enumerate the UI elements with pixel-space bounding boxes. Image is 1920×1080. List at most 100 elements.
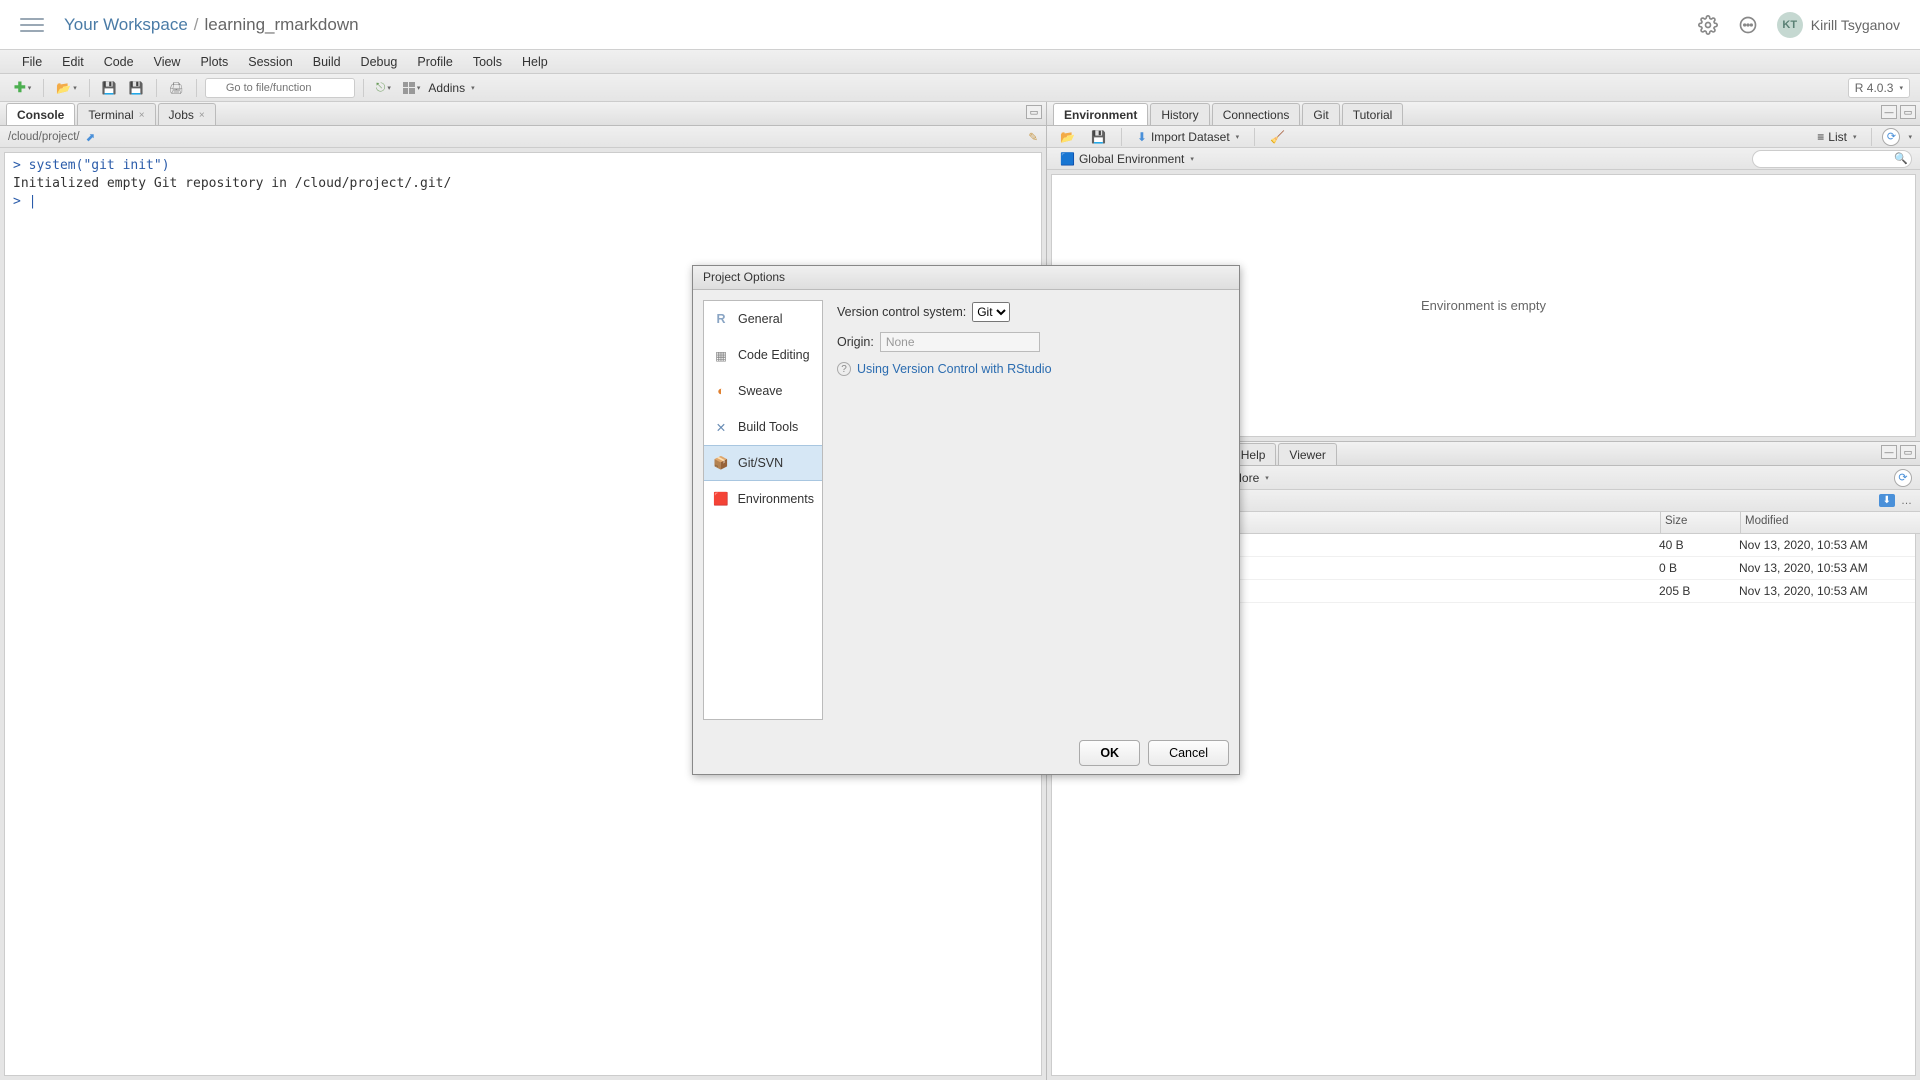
close-icon[interactable]: × (199, 110, 205, 121)
menu-edit[interactable]: Edit (52, 52, 94, 72)
vcs-help-link[interactable]: ? Using Version Control with RStudio (837, 362, 1225, 376)
close-icon[interactable]: × (139, 110, 145, 121)
broom-icon: 🧹 (1270, 130, 1285, 144)
dialog-nav-environments[interactable]: 🟥Environments (704, 481, 822, 517)
pane-maximize-icon[interactable]: ▭ (1026, 105, 1042, 119)
menu-help[interactable]: Help (512, 52, 558, 72)
tab-tutorial[interactable]: Tutorial (1342, 103, 1404, 125)
goto-file-function[interactable]: ↪ (205, 78, 355, 98)
tab-viewer[interactable]: Viewer (1278, 443, 1336, 465)
r-icon: R (712, 310, 730, 328)
menu-profile[interactable]: Profile (407, 52, 462, 72)
ok-button[interactable]: OK (1079, 740, 1140, 766)
grid-button[interactable]: ▾ (399, 78, 425, 98)
cancel-button[interactable]: Cancel (1148, 740, 1229, 766)
menu-bar: File Edit Code View Plots Session Build … (0, 50, 1920, 74)
env-scope-selector[interactable]: 🟦Global Environment▾ (1055, 150, 1199, 168)
toolbar-separator (196, 79, 197, 97)
save-button[interactable]: 💾 (98, 78, 121, 98)
pane-minimize-icon[interactable]: — (1881, 445, 1897, 459)
r-version-selector[interactable]: R 4.0.3▾ (1848, 78, 1910, 98)
vcs-select[interactable]: Git (972, 302, 1010, 322)
list-label: List (1828, 130, 1847, 144)
env-toolbar: 📂 💾 ⬇Import Dataset▾ 🧹 ≡List▾ ⟳▾ (1047, 126, 1920, 148)
avatar: KT (1777, 12, 1803, 38)
list-icon: ≡ (1817, 130, 1824, 144)
dialog-nav-build-tools[interactable]: ✕Build Tools (704, 409, 822, 445)
import-icon: ⬇ (1137, 130, 1147, 144)
menu-view[interactable]: View (144, 52, 191, 72)
user-menu[interactable]: KT Kirill Tsyganov (1777, 12, 1900, 38)
toolbar-separator (43, 79, 44, 97)
refresh-files-icon[interactable]: ⟳ (1894, 469, 1912, 487)
dialog-nav-general[interactable]: R General (704, 301, 822, 337)
toolbar-separator (363, 79, 364, 97)
save-workspace-button[interactable]: 💾 (1086, 128, 1111, 146)
more-icon[interactable] (1737, 14, 1759, 36)
pane-maximize-icon[interactable]: ▭ (1900, 105, 1916, 119)
build-tools-icon: ✕ (712, 418, 730, 436)
col-size[interactable]: Size (1660, 512, 1740, 533)
env-tab-bar: Environment History Connections Git Tuto… (1047, 102, 1920, 126)
load-workspace-button[interactable]: 📂 (1055, 128, 1080, 146)
file-size: 205 B (1655, 584, 1735, 598)
r-logo-icon: 🟦 (1060, 152, 1075, 166)
refresh-icon[interactable]: ⟳ (1882, 128, 1900, 146)
new-file-button[interactable]: ✚▾ (10, 78, 35, 98)
tab-console[interactable]: Console (6, 103, 75, 125)
path-arrow-icon[interactable]: ⬈ (86, 130, 96, 144)
console-cursor: | (29, 194, 37, 209)
console-command: system("git init") (29, 158, 170, 173)
vcs-label: Version control system: (837, 305, 966, 319)
menu-tools[interactable]: Tools (463, 52, 512, 72)
col-modified[interactable]: Modified (1740, 512, 1920, 533)
menu-build[interactable]: Build (303, 52, 351, 72)
tab-history[interactable]: History (1150, 103, 1209, 125)
tab-jobs[interactable]: Jobs× (158, 103, 216, 125)
clear-console-icon[interactable]: ✎ (1028, 130, 1038, 144)
tab-git[interactable]: Git (1302, 103, 1339, 125)
env-search-input[interactable] (1752, 150, 1912, 168)
sweave-icon: ◐ (712, 382, 730, 400)
menu-debug[interactable]: Debug (351, 52, 408, 72)
menu-plots[interactable]: Plots (190, 52, 238, 72)
addins-menu[interactable]: Addins▾ (428, 81, 474, 95)
nav-label: General (738, 312, 782, 326)
origin-input[interactable] (880, 332, 1040, 352)
tab-environment[interactable]: Environment (1053, 103, 1148, 125)
toolbar-separator (156, 79, 157, 97)
menu-session[interactable]: Session (238, 52, 302, 72)
gear-icon[interactable] (1697, 14, 1719, 36)
folder-icon: 📂 (1060, 130, 1075, 144)
menu-code[interactable]: Code (94, 52, 144, 72)
pane-minimize-icon[interactable]: — (1881, 105, 1897, 119)
cloud-home-icon[interactable]: ⬇ (1879, 494, 1895, 507)
save-all-button[interactable]: 💾 (125, 78, 148, 98)
print-button[interactable]: 🖨 (165, 78, 188, 98)
clear-env-button[interactable]: 🧹 (1265, 128, 1290, 146)
tab-label: Help (1241, 448, 1266, 462)
menu-file[interactable]: File (12, 52, 52, 72)
dialog-nav-sweave[interactable]: ◐Sweave (704, 373, 822, 409)
toolbar-separator (1254, 128, 1255, 146)
file-size: 40 B (1655, 538, 1735, 552)
tab-terminal[interactable]: Terminal× (77, 103, 155, 125)
dialog-title: Project Options (693, 266, 1239, 290)
tab-connections[interactable]: Connections (1212, 103, 1301, 125)
tools-button[interactable]: ⎋▾ (372, 78, 395, 98)
console-line: Initialized empty Git repository in /clo… (13, 175, 1033, 193)
dialog-nav-code-editing[interactable]: ▦Code Editing (704, 337, 822, 373)
env-empty-text: Environment is empty (1421, 298, 1546, 313)
hamburger-menu-icon[interactable] (20, 13, 44, 37)
breadcrumb-workspace[interactable]: Your Workspace (64, 15, 188, 35)
tab-label: Tutorial (1353, 108, 1393, 122)
goto-input[interactable] (205, 78, 355, 98)
import-dataset-button[interactable]: ⬇Import Dataset▾ (1132, 128, 1244, 146)
scope-label: Global Environment (1079, 152, 1184, 166)
files-more-icon[interactable]: … (1901, 495, 1912, 507)
list-view-button[interactable]: ≡List▾ (1812, 128, 1861, 146)
tab-label: Git (1313, 108, 1328, 122)
dialog-nav-git-svn[interactable]: 📦Git/SVN (704, 445, 822, 481)
pane-maximize-icon[interactable]: ▭ (1900, 445, 1916, 459)
open-project-button[interactable]: 📂▾ (52, 78, 80, 98)
